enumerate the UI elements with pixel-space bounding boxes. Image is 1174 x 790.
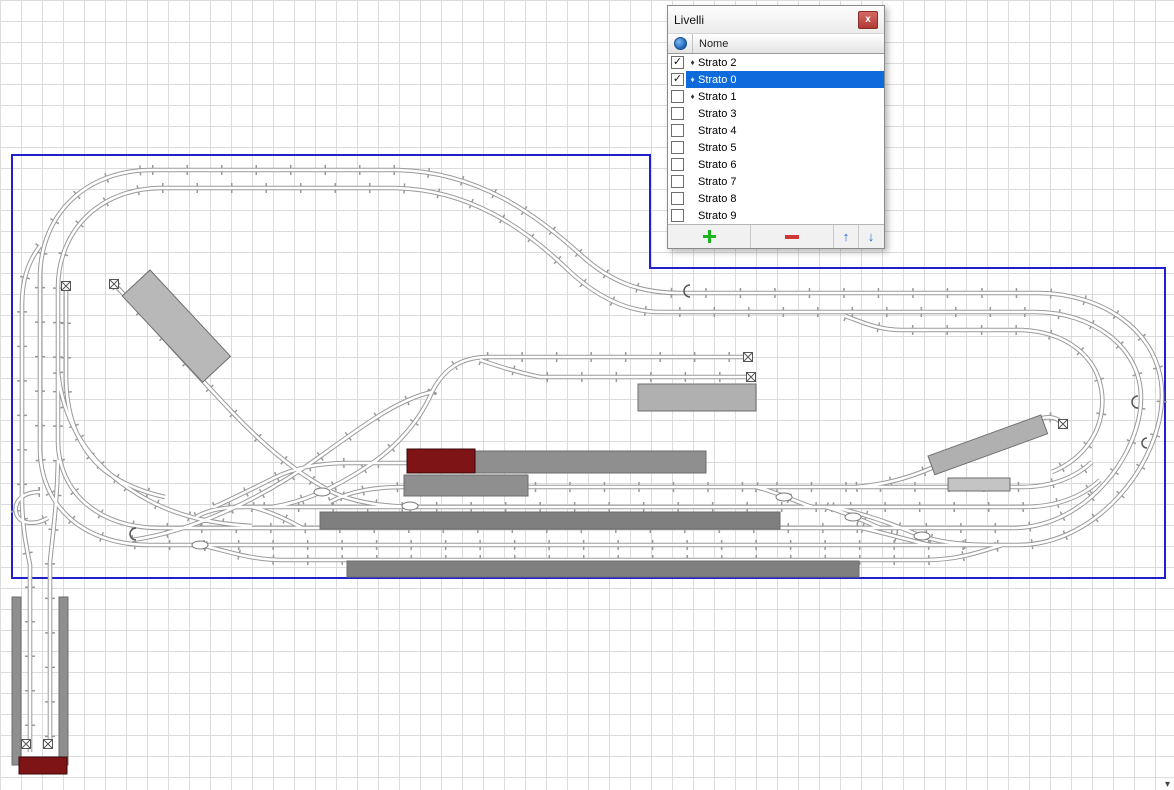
platform-rect[interactable] <box>638 384 756 411</box>
move-layer-up-button[interactable]: ↑ <box>834 225 859 248</box>
track-plan-canvas[interactable] <box>0 0 1174 790</box>
layer-name-label: Strato 6 <box>697 159 737 171</box>
layer-row-body[interactable]: ♦Strato 1 <box>686 88 884 105</box>
platform-rect[interactable] <box>12 597 21 765</box>
layer-visibility-checkbox[interactable] <box>671 192 684 205</box>
layers-panel: Livelli x Nome ✓♦Strato 2✓♦Strato 0♦Stra… <box>667 5 885 249</box>
layer-visibility-checkbox[interactable]: ✓ <box>671 73 684 86</box>
layer-bullet-icon: ♦ <box>688 92 697 101</box>
layer-bullet-icon: ♦ <box>688 75 697 84</box>
layer-name-label: Strato 4 <box>697 125 737 137</box>
turnout-marker[interactable] <box>192 541 208 549</box>
turnout-marker[interactable] <box>914 532 930 540</box>
layer-row[interactable]: Strato 9 <box>668 207 884 224</box>
platform-rect[interactable] <box>928 415 1048 475</box>
layer-row-body[interactable]: Strato 7 <box>686 173 884 190</box>
layer-row[interactable]: Strato 6 <box>668 156 884 173</box>
buffer-stop[interactable] <box>44 740 53 749</box>
header-divider <box>692 34 693 53</box>
turnout-marker[interactable] <box>402 502 418 510</box>
platform-rect[interactable] <box>59 597 68 765</box>
layer-row-body[interactable]: Strato 3 <box>686 105 884 122</box>
layer-row-body[interactable]: Strato 6 <box>686 156 884 173</box>
name-column-header: Nome <box>699 38 728 50</box>
layer-row-body[interactable]: Strato 5 <box>686 139 884 156</box>
app-window: Livelli x Nome ✓♦Strato 2✓♦Strato 0♦Stra… <box>0 0 1174 790</box>
layer-visibility-checkbox[interactable] <box>671 90 684 103</box>
turnout-marker[interactable] <box>314 488 330 496</box>
platform-rect[interactable] <box>122 270 230 382</box>
layer-name-label: Strato 9 <box>697 210 737 222</box>
layers-toolbar: ↑ ↓ <box>668 224 884 248</box>
layer-row-body[interactable]: ♦Strato 0 <box>686 71 884 88</box>
buffer-stop[interactable] <box>1059 420 1068 429</box>
platform-rect[interactable] <box>347 561 859 577</box>
layer-row[interactable]: ♦Strato 1 <box>668 88 884 105</box>
arrow-up-icon: ↑ <box>843 230 850 243</box>
layer-list: ✓♦Strato 2✓♦Strato 0♦Strato 1Strato 3Str… <box>668 54 884 224</box>
layer-name-label: Strato 7 <box>697 176 737 188</box>
layer-row-body[interactable]: Strato 4 <box>686 122 884 139</box>
layer-visibility-checkbox[interactable] <box>671 175 684 188</box>
platform-rect[interactable] <box>948 478 1010 491</box>
layer-row-body[interactable]: Strato 8 <box>686 190 884 207</box>
layer-name-label: Strato 1 <box>697 91 737 103</box>
layer-name-label: Strato 5 <box>697 142 737 154</box>
layer-visibility-checkbox[interactable] <box>671 141 684 154</box>
layer-row[interactable]: Strato 8 <box>668 190 884 207</box>
layer-visibility-checkbox[interactable] <box>671 124 684 137</box>
remove-layer-button[interactable] <box>751 225 834 248</box>
buffer-stop[interactable] <box>744 353 753 362</box>
red-building-rect[interactable] <box>19 757 67 774</box>
track-end-marker[interactable] <box>1132 396 1138 408</box>
layer-name-label: Strato 3 <box>697 108 737 120</box>
layers-panel-titlebar[interactable]: Livelli x <box>668 6 884 34</box>
layer-name-label: Strato 2 <box>697 57 737 69</box>
layer-row-body[interactable]: ♦Strato 2 <box>686 54 884 71</box>
layer-visibility-checkbox[interactable] <box>671 107 684 120</box>
layer-row-body[interactable]: Strato 9 <box>686 207 884 224</box>
close-icon: x <box>865 15 871 25</box>
buffer-stop[interactable] <box>110 280 119 289</box>
red-building-rect[interactable] <box>407 449 475 473</box>
track-end-markers <box>130 285 1147 540</box>
layer-name-label: Strato 8 <box>697 193 737 205</box>
plus-icon <box>703 230 716 243</box>
turnout-marker[interactable] <box>776 493 792 501</box>
buffer-stop[interactable] <box>22 740 31 749</box>
layer-row[interactable]: ✓♦Strato 2 <box>668 54 884 71</box>
layer-row[interactable]: Strato 7 <box>668 173 884 190</box>
move-layer-down-button[interactable]: ↓ <box>859 225 883 248</box>
layer-visibility-checkbox[interactable] <box>671 209 684 222</box>
arrow-down-icon: ↓ <box>868 230 875 243</box>
platform-rect[interactable] <box>404 475 528 496</box>
turnout-marker[interactable] <box>845 513 861 521</box>
layer-row[interactable]: Strato 3 <box>668 105 884 122</box>
buffer-stop[interactable] <box>747 373 756 382</box>
visibility-eye-icon <box>674 37 687 50</box>
layer-row[interactable]: ✓♦Strato 0 <box>668 71 884 88</box>
layers-panel-title: Livelli <box>674 13 704 27</box>
layer-row[interactable]: Strato 4 <box>668 122 884 139</box>
layer-bullet-icon: ♦ <box>688 58 697 67</box>
platform-rect[interactable] <box>475 451 706 473</box>
track-plan-svg <box>0 0 1174 790</box>
platform-rect[interactable] <box>320 512 780 529</box>
platforms <box>12 270 1048 774</box>
track-end-marker[interactable] <box>1142 438 1147 448</box>
layer-row[interactable]: Strato 5 <box>668 139 884 156</box>
minus-icon <box>785 235 799 239</box>
layer-visibility-checkbox[interactable]: ✓ <box>671 56 684 69</box>
list-column-header[interactable]: Nome <box>668 34 884 54</box>
layer-name-label: Strato 0 <box>697 74 737 86</box>
scrollbar-down-arrow[interactable]: ▾ <box>1165 779 1170 790</box>
layer-visibility-checkbox[interactable] <box>671 158 684 171</box>
add-layer-button[interactable] <box>668 225 751 248</box>
buffer-stop[interactable] <box>62 282 71 291</box>
close-button[interactable]: x <box>858 11 878 29</box>
